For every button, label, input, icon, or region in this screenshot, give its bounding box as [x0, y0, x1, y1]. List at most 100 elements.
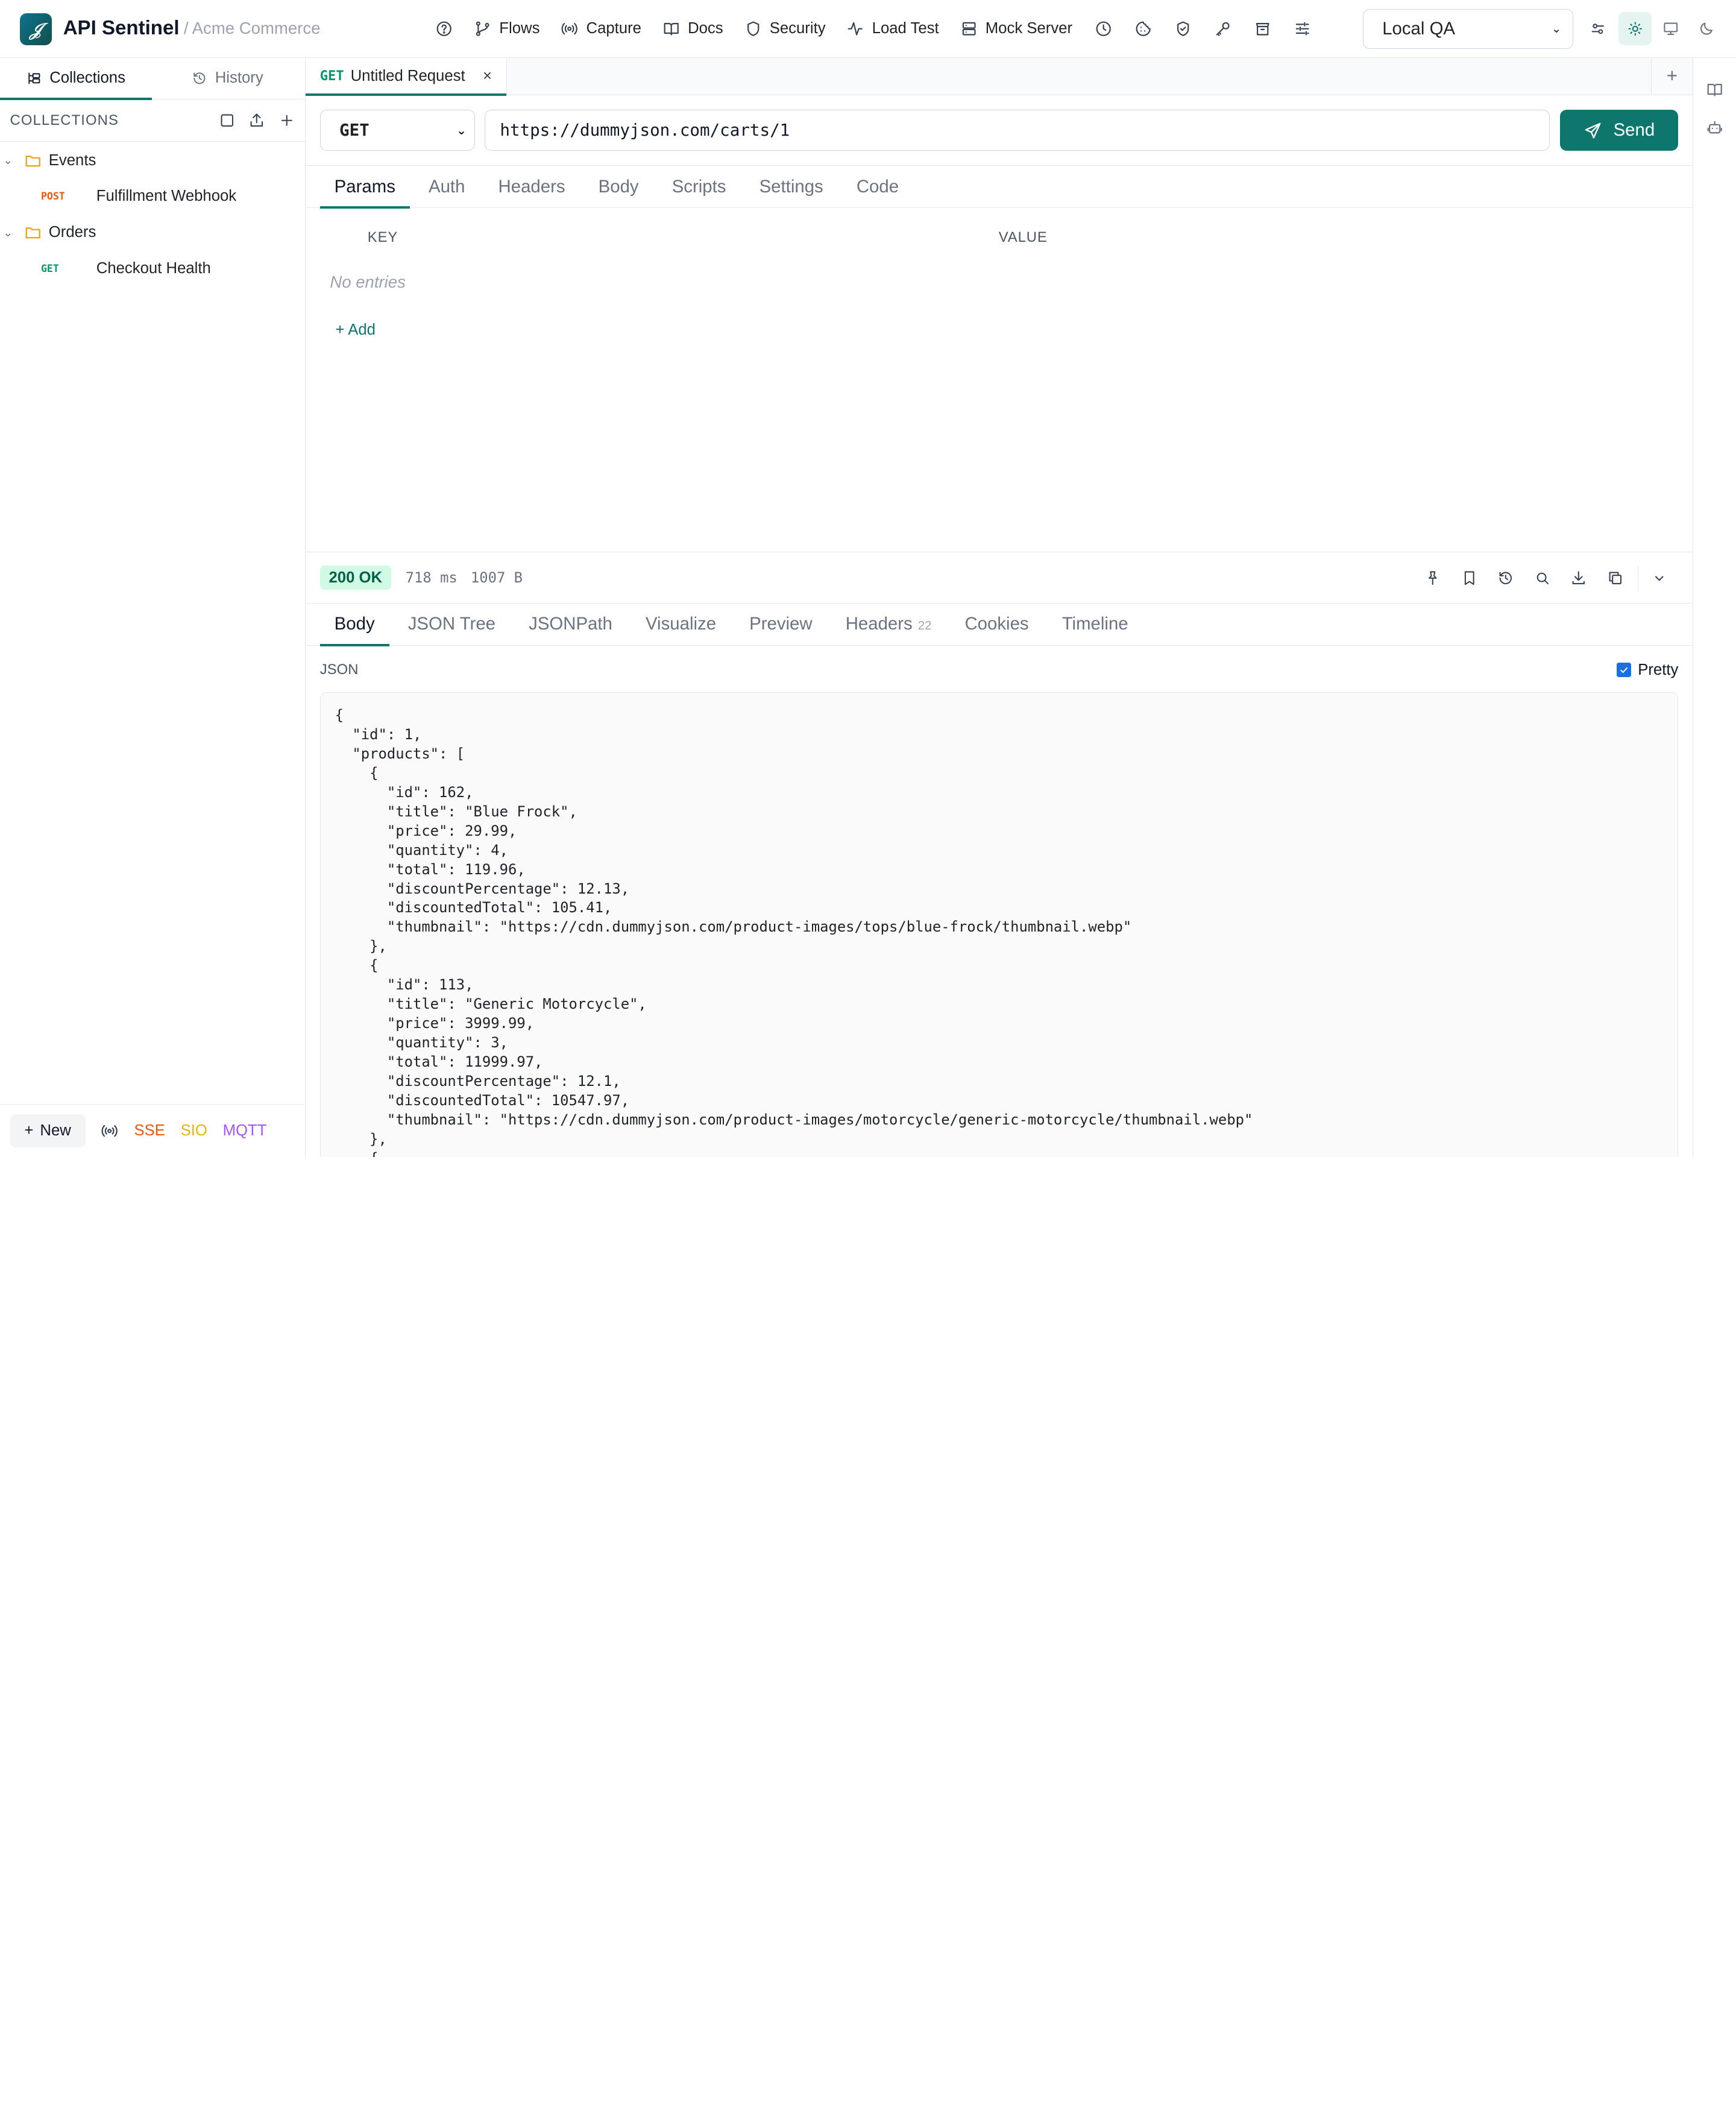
sliders-icon[interactable] — [1286, 12, 1319, 45]
nav-security-label: Security — [769, 20, 826, 37]
new-collection-icon[interactable] — [219, 112, 236, 129]
tab-response-body[interactable]: Body — [319, 604, 390, 647]
help-icon[interactable] — [427, 12, 461, 45]
empty-state: No entries — [330, 272, 406, 291]
right-rail — [1693, 57, 1736, 1158]
git-branch-icon — [476, 21, 489, 36]
code-line: "discountPercentage": 12.1, — [335, 1073, 621, 1090]
history-icon — [193, 72, 206, 84]
tab-jsonpath[interactable]: JSONPath — [514, 604, 627, 645]
nav-flows[interactable]: Flows — [467, 12, 546, 45]
method-select[interactable]: GET ⌄ — [319, 110, 475, 151]
tab-label: Visualize — [646, 614, 717, 634]
tab-json-tree[interactable]: JSON Tree — [394, 604, 510, 645]
tab-auth[interactable]: Auth — [414, 166, 479, 207]
method-selected: GET — [339, 121, 370, 140]
request-item-fulfillment-webhook[interactable]: POST Fulfillment Webhook — [0, 178, 305, 215]
main-panel: GET Untitled Request × + GET ⌄ https://d… — [305, 57, 1693, 1158]
nav-mock-server[interactable]: Mock Server — [954, 12, 1080, 45]
collection-tree: ⌄ Events POST Fulfillment Webhook ⌄ Orde… — [0, 142, 305, 287]
clock-icon[interactable] — [1087, 12, 1120, 45]
export-icon[interactable] — [248, 112, 265, 129]
tab-label: JSON Tree — [407, 614, 496, 634]
app-title: API Sentinel — [63, 16, 180, 39]
tab-cookies[interactable]: Cookies — [951, 604, 1043, 645]
pretty-toggle[interactable]: Pretty — [1617, 661, 1678, 679]
tab-visualize[interactable]: Visualize — [631, 604, 731, 645]
url-input[interactable]: https://dummyjson.com/carts/1 — [485, 110, 1550, 151]
close-icon[interactable]: × — [483, 68, 492, 85]
tab-preview[interactable]: Preview — [735, 604, 826, 645]
bookmark-icon[interactable] — [1453, 561, 1486, 595]
folder-label: Events — [48, 151, 96, 169]
environment-select[interactable]: Local QA ⌄ — [1362, 8, 1573, 49]
tab-label: Timeline — [1061, 614, 1128, 634]
tab-label: Preview — [749, 614, 813, 634]
folder-orders[interactable]: ⌄ Orders — [0, 215, 305, 250]
code-line: "id": 1, — [335, 725, 422, 743]
tab-params[interactable]: Params — [319, 166, 410, 209]
new-tab-button[interactable]: + — [1650, 57, 1693, 95]
broadcast-icon — [102, 1125, 118, 1137]
shield-check-icon[interactable] — [1166, 12, 1200, 45]
cookie-icon[interactable] — [1127, 12, 1160, 45]
send-button[interactable]: Send — [1559, 110, 1679, 151]
tab-headers[interactable]: Headers — [484, 166, 580, 207]
code-line: }, — [335, 1130, 387, 1147]
code-line: "price": 29.99, — [335, 822, 517, 839]
history-icon[interactable] — [1489, 561, 1522, 595]
send-label: Send — [1613, 120, 1655, 140]
sse-button[interactable]: SSE — [134, 1122, 165, 1140]
tab-collections[interactable]: Collections — [0, 58, 152, 101]
sio-button[interactable]: SIO — [181, 1122, 207, 1140]
activity-icon — [848, 22, 863, 36]
copy-icon[interactable] — [1599, 561, 1632, 595]
add-param-button[interactable]: + Add — [336, 321, 376, 339]
tab-history[interactable]: History — [152, 58, 304, 99]
websocket-button[interactable] — [101, 1122, 118, 1140]
bot-icon[interactable] — [1698, 111, 1731, 144]
mqtt-button[interactable]: MQTT — [223, 1122, 267, 1140]
params-panel: KEY VALUE No entries + Add — [305, 208, 1693, 553]
nav-mock-server-label: Mock Server — [985, 20, 1073, 37]
tab-response-headers[interactable]: Headers 22 — [831, 604, 946, 645]
nav-load-test[interactable]: Load Test — [840, 12, 945, 45]
tab-timeline[interactable]: Timeline — [1048, 604, 1143, 645]
chevron-down-icon[interactable] — [1643, 561, 1676, 595]
app-logo[interactable]: 𝒥 — [20, 13, 52, 46]
broadcast-icon — [561, 23, 578, 35]
nav-security[interactable]: Security — [737, 12, 832, 45]
add-icon[interactable] — [278, 112, 295, 129]
tab-scripts[interactable]: Scripts — [658, 166, 741, 207]
environment-settings-button[interactable] — [1581, 12, 1614, 45]
pretty-checkbox[interactable] — [1617, 663, 1632, 678]
tab-settings[interactable]: Settings — [745, 166, 838, 207]
pin-icon[interactable] — [1416, 561, 1449, 595]
search-icon[interactable] — [1526, 561, 1559, 595]
tab-body[interactable]: Body — [584, 166, 653, 207]
download-icon[interactable] — [1562, 561, 1596, 595]
key-icon[interactable] — [1206, 12, 1239, 45]
request-item-checkout-health[interactable]: GET Checkout Health — [0, 250, 305, 287]
book-icon[interactable] — [1698, 73, 1731, 106]
workspace-name[interactable]: / Acme Commerce — [184, 19, 321, 38]
folder-events[interactable]: ⌄ Events — [0, 143, 305, 178]
response-body-viewer[interactable]: { "id": 1, "products": [ { "id": 162, "t… — [319, 692, 1679, 1158]
nav-capture[interactable]: Capture — [554, 12, 648, 45]
collections-title: COLLECTIONS — [10, 112, 119, 128]
tab-label: Headers — [845, 614, 913, 634]
tab-code[interactable]: Code — [842, 166, 913, 207]
request-tab[interactable]: GET Untitled Request × — [305, 57, 507, 96]
response-time: 718 ms — [405, 569, 458, 587]
code-line: "thumbnail": "https://cdn.dummyjson.com/… — [335, 918, 1132, 936]
logo-glyph: 𝒥 — [30, 18, 42, 40]
theme-system-button[interactable] — [1654, 12, 1687, 45]
theme-light-button[interactable] — [1618, 12, 1652, 46]
request-label: Fulfillment Webhook — [96, 188, 237, 205]
new-button[interactable]: + New — [10, 1114, 86, 1148]
theme-dark-button[interactable] — [1690, 12, 1723, 45]
archive-icon[interactable] — [1246, 12, 1279, 45]
environment-selected: Local QA — [1382, 18, 1456, 39]
nav-docs[interactable]: Docs — [656, 12, 730, 45]
theme-switcher — [1618, 12, 1723, 46]
